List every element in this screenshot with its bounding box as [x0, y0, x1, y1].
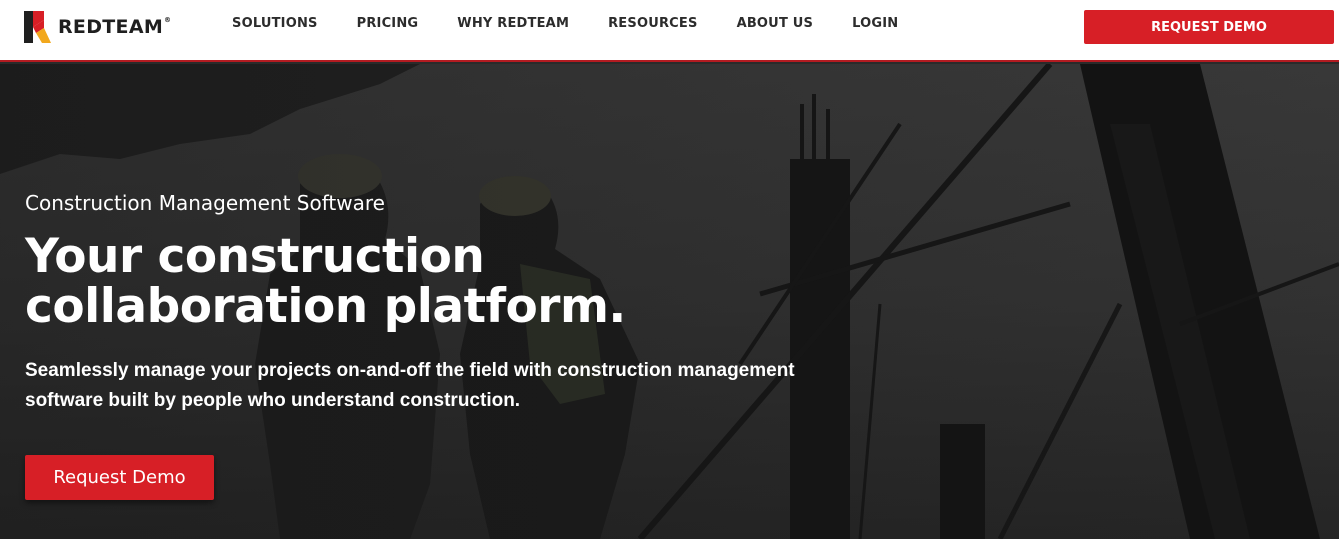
hero-eyebrow: Construction Management Software — [25, 191, 385, 215]
nav-item-about-us[interactable]: ABOUT US — [737, 16, 814, 31]
hero-subtext: Seamlessly manage your projects on-and-o… — [25, 360, 795, 411]
nav-item-why-redteam[interactable]: WHY REDTEAM — [457, 16, 569, 31]
hero-request-demo-button[interactable]: Request Demo — [25, 455, 214, 500]
registered-mark: ® — [164, 16, 172, 24]
hero-section: Construction Management Software Your co… — [0, 64, 1339, 539]
redteam-logo-mark-icon — [24, 11, 51, 43]
nav-item-pricing[interactable]: PRICING — [357, 16, 419, 31]
nav-item-solutions[interactable]: SOLUTIONS — [232, 16, 318, 31]
main-nav: SOLUTIONS PRICING WHY REDTEAM RESOURCES … — [232, 0, 937, 46]
logo-wordmark: REDTEAM® — [58, 16, 172, 38]
nav-item-login[interactable]: LOGIN — [852, 16, 898, 31]
site-header: REDTEAM® SOLUTIONS PRICING WHY REDTEAM R… — [0, 0, 1339, 62]
redteam-logo[interactable]: REDTEAM® — [22, 10, 171, 44]
hero-headline: Your construction collaboration platform… — [25, 232, 725, 332]
nav-item-resources[interactable]: RESOURCES — [608, 16, 697, 31]
hero-headline-line-1: Your construction — [25, 229, 485, 284]
header-request-demo-button[interactable]: REQUEST DEMO — [1084, 10, 1334, 44]
hero-headline-line-2: collaboration platform. — [25, 279, 626, 334]
